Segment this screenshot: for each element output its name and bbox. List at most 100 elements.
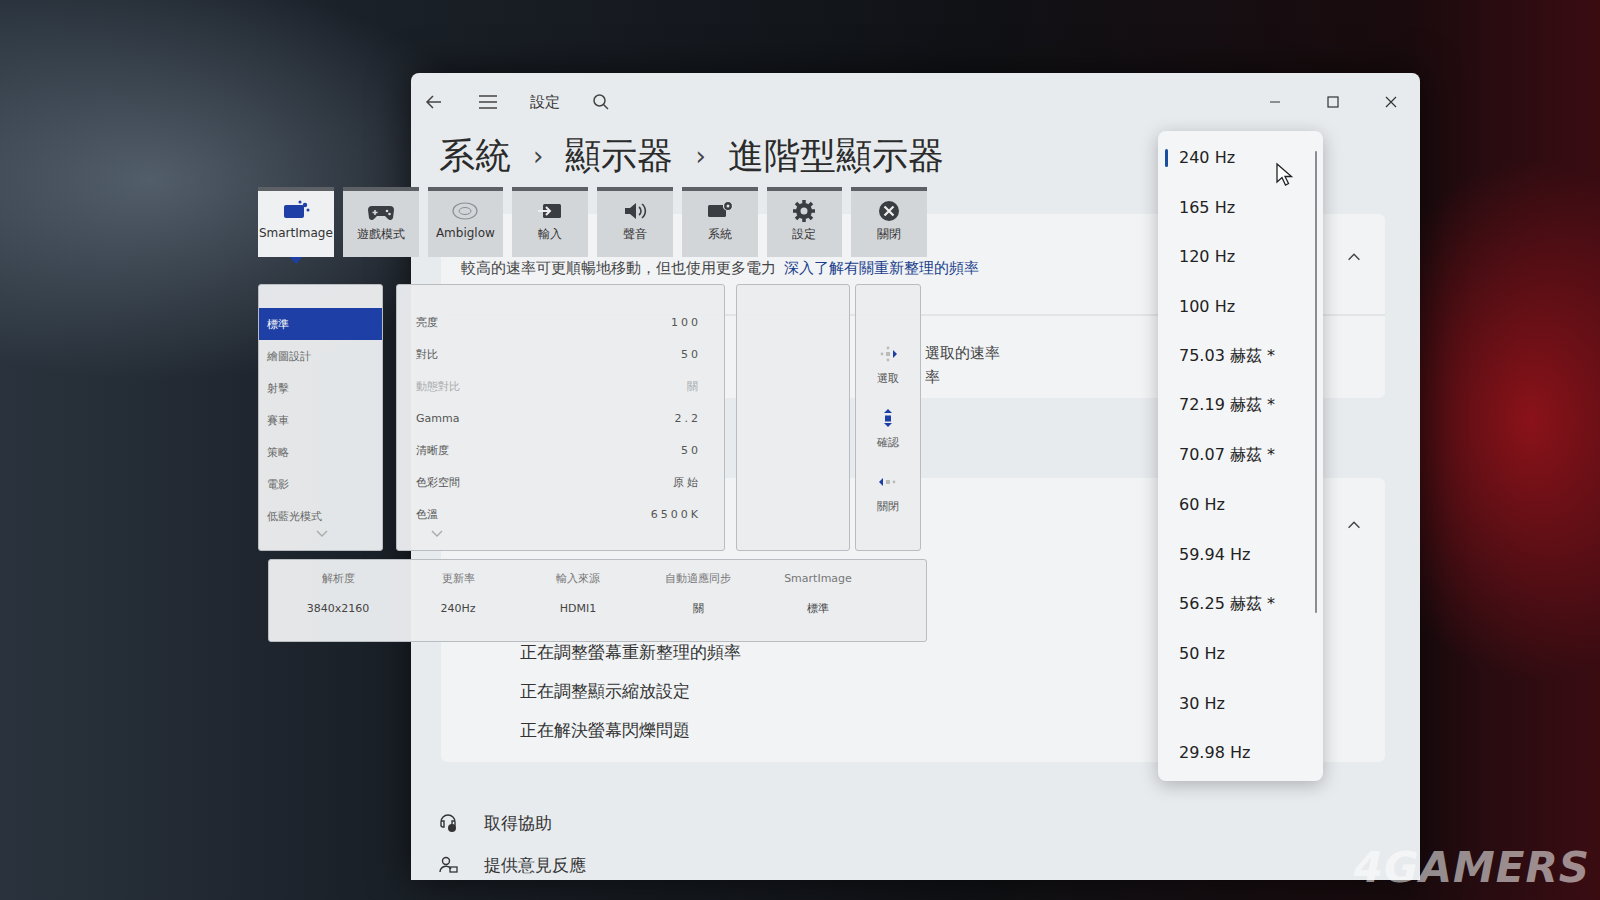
osd-tab-label: 遊戲模式 [357, 226, 405, 243]
picture-settings: 亮度100對比50動態對比關Gamma2.2清晰度50色彩空間原始色溫6500K [396, 284, 725, 551]
option-label: 240 Hz [1179, 148, 1235, 167]
osd-tab-icon [281, 199, 311, 223]
learn-more-link[interactable]: 深入了解有關重新整理的頻率 [784, 259, 979, 277]
refresh-rate-option[interactable]: 75.03 赫茲 * [1158, 331, 1323, 381]
setting-row[interactable]: 清晰度50 [397, 434, 724, 466]
status-value: 240Hz [440, 600, 475, 618]
osd-tab[interactable]: SmartImage [258, 187, 334, 257]
footer-link[interactable]: 取得協助 [484, 812, 552, 835]
osd-tab-icon [705, 199, 735, 223]
maximize-icon[interactable] [1304, 82, 1362, 122]
refresh-rate-option[interactable]: 72.19 赫茲 * [1158, 381, 1323, 431]
osd-tab[interactable]: 遊戲模式 [343, 187, 419, 257]
status-value: HDMI1 [560, 600, 596, 618]
osd-tab[interactable]: 設定 [767, 187, 843, 257]
refresh-rate-dropdown: 240 Hz 165 Hz 120 Hz100 Hz75.03 赫茲 *72.19 … [1158, 131, 1323, 781]
refresh-rate-option[interactable]: 56.25 赫茲 * [1158, 579, 1323, 629]
picture-mode-item[interactable]: 賽車 [259, 404, 382, 436]
osd-tab-label: 設定 [792, 226, 816, 243]
refresh-rate-option[interactable]: 240 Hz [1158, 133, 1323, 183]
setting-value: 原始 [673, 475, 701, 490]
picture-mode-item[interactable]: 電影 [259, 468, 382, 500]
osd-tab[interactable]: 輸入 [512, 187, 588, 257]
refresh-rate-option[interactable]: 100 Hz [1158, 282, 1323, 332]
joystick-direction-icon [878, 345, 898, 363]
breadcrumb-item[interactable]: 系統 [439, 132, 511, 181]
setting-row[interactable]: Gamma2.2 [397, 402, 724, 434]
status-label: 解析度 [322, 570, 355, 588]
breadcrumb-separator: › [695, 141, 705, 171]
setting-label: 色溫 [416, 507, 438, 522]
setting-row[interactable]: 對比50 [397, 338, 724, 370]
breadcrumb-item: 進階型顯示器 [728, 132, 944, 181]
refresh-rate-option[interactable]: 30 Hz [1158, 679, 1323, 729]
option-label: 60 Hz [1179, 495, 1225, 514]
status-item: 自動適應同步關 [638, 570, 758, 633]
footer-link-row[interactable]: 提供意見反應 [437, 853, 1420, 877]
option-label: 70.07 赫茲 * [1179, 445, 1275, 466]
watermark: 4GAMERS [1354, 843, 1590, 892]
setting-row[interactable]: 色溫 6500K [397, 498, 724, 530]
minimize-icon[interactable] [1246, 82, 1304, 122]
status-label: SmartImage [784, 570, 852, 588]
setting-value: 6500K [651, 508, 701, 521]
osd-tab-label: Ambiglow [436, 226, 495, 240]
menu-icon[interactable] [476, 90, 500, 114]
status-item: 解析度3840x2160 [278, 570, 398, 633]
picture-mode-label: 電影 [267, 477, 289, 492]
osd-tab-icon [874, 199, 904, 223]
status-item: 更新率240Hz [398, 570, 518, 633]
osd-tab-icon [366, 199, 396, 223]
picture-mode-item[interactable]: 標準 [259, 308, 382, 340]
chevron-up-icon[interactable] [1342, 516, 1366, 534]
picture-mode-item[interactable]: 策略 [259, 436, 382, 468]
osd-tab[interactable]: 關閉 [851, 187, 927, 257]
status-label: 輸入來源 [556, 570, 600, 588]
status-label: 自動適應同步 [665, 570, 731, 588]
refresh-rate-option[interactable]: 165 Hz [1158, 183, 1323, 233]
picture-mode-item[interactable]: 射擊 [259, 372, 382, 404]
refresh-rate-option[interactable]: 60 Hz [1158, 480, 1323, 530]
breadcrumb-item[interactable]: 顯示器 [565, 132, 673, 181]
chevron-up-icon[interactable] [1342, 248, 1366, 266]
setting-label: 對比 [416, 347, 438, 362]
refresh-rate-option[interactable]: 120 Hz [1158, 232, 1323, 282]
footer-links: 取得協助提供意見反應 [411, 811, 1420, 877]
osd-tab-icon [789, 199, 819, 223]
nav-hint-label: 關閉 [877, 499, 899, 515]
osd-tab[interactable]: 系統 [682, 187, 758, 257]
footer-link[interactable]: 提供意見反應 [484, 854, 586, 877]
nav-hint: 關閉 [877, 473, 899, 515]
picture-mode-item[interactable]: 繪圖設計 [259, 340, 382, 372]
status-value: 關 [693, 600, 704, 618]
footer-link-row[interactable]: 取得協助 [437, 811, 1420, 835]
osd-tab-bar: SmartImage 遊戲模式 Ambiglow 輸入聲音系統設定 關閉 [258, 187, 927, 257]
option-label: 165 Hz [1179, 198, 1235, 217]
setting-label: 亮度 [416, 315, 438, 330]
option-label: 29.98 Hz [1179, 743, 1250, 762]
setting-row[interactable]: 色彩空間原始 [397, 466, 724, 498]
close-icon[interactable] [1362, 82, 1420, 122]
osd-tab-icon [535, 199, 565, 223]
osd-status-bar: 解析度3840x2160更新率240Hz 輸入來源 HDMI1 自動適應同步關 Smar… [268, 559, 927, 642]
refresh-rate-option[interactable]: 70.07 赫茲 * [1158, 431, 1323, 481]
back-arrow-icon[interactable] [422, 90, 446, 114]
option-label: 59.94 Hz [1179, 545, 1250, 564]
setting-value: 100 [671, 316, 701, 329]
picture-mode-item[interactable]: 低藍光模式 [259, 500, 382, 532]
option-label: 30 Hz [1179, 694, 1225, 713]
refresh-rate-option[interactable]: 29.98 Hz [1158, 728, 1323, 778]
picture-mode-label: 策略 [267, 445, 289, 460]
breadcrumb-separator: › [533, 141, 543, 171]
refresh-rate-option[interactable]: 59.94 Hz [1158, 530, 1323, 580]
search-icon[interactable] [591, 92, 611, 112]
osd-panels: 標準繪圖設計射擊賽車策略電影低藍光模式亮度100對比50動態對比關Gamma2.… [258, 284, 927, 551]
refresh-description: 較高的速率可更順暢地移動，但也使用更多電力 [461, 259, 776, 277]
setting-value: 50 [681, 444, 701, 457]
osd-tab[interactable]: Ambiglow [428, 187, 504, 257]
osd-tab[interactable]: 聲音 [597, 187, 673, 257]
osd-tab-icon [620, 199, 650, 223]
picture-mode-label: 低藍光模式 [267, 509, 322, 524]
setting-row[interactable]: 亮度 100 [397, 306, 724, 338]
refresh-rate-option[interactable]: 50 Hz [1158, 629, 1323, 679]
